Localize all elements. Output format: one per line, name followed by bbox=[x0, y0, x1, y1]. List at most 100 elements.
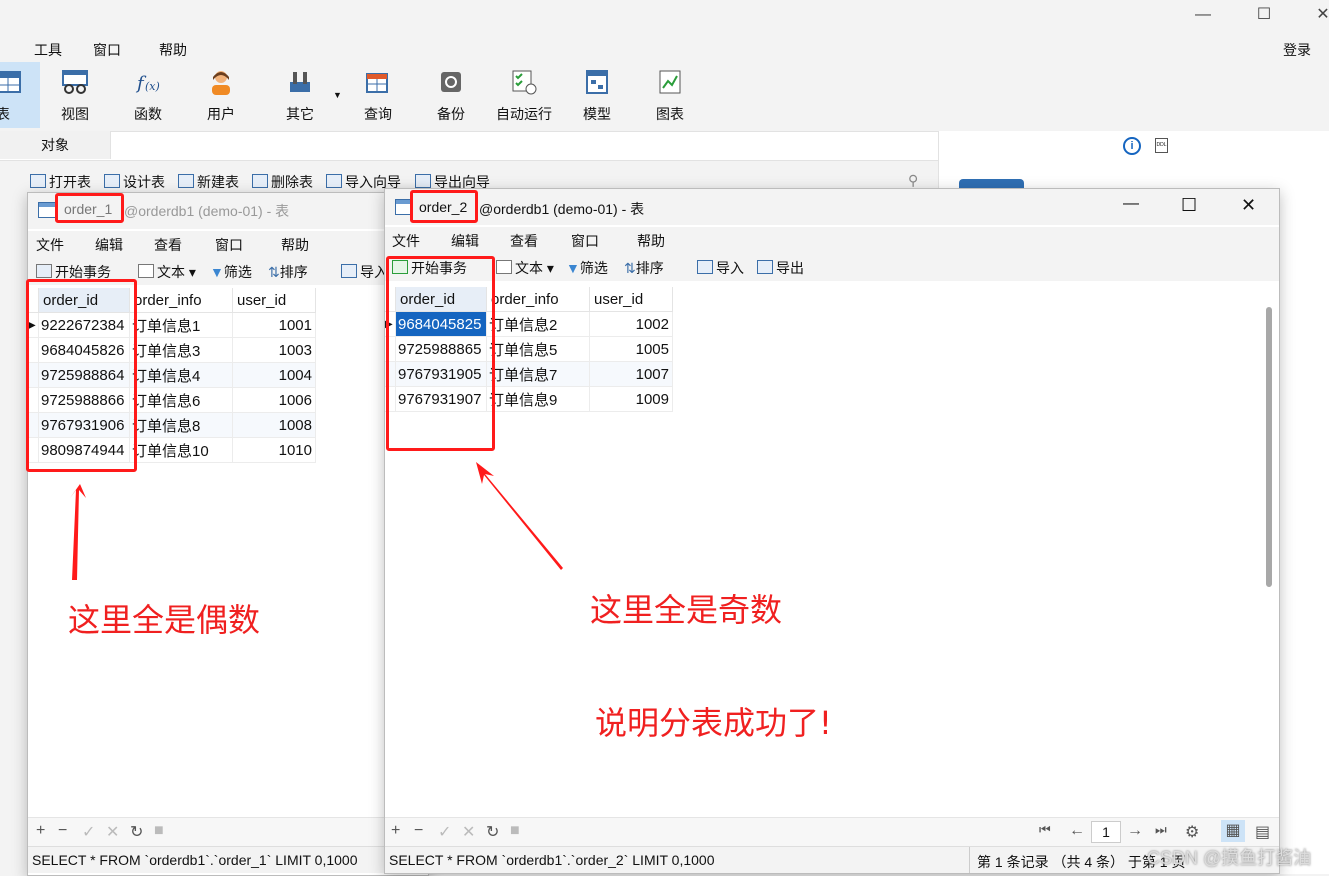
vertical-scrollbar[interactable] bbox=[1266, 307, 1272, 587]
toolbar-label: 用户 bbox=[207, 106, 235, 122]
export-icon bbox=[415, 174, 431, 188]
menu-window[interactable]: 窗口 bbox=[571, 231, 599, 251]
discard-icon[interactable]: ✕ bbox=[106, 822, 119, 842]
column-header-order-info[interactable]: order_info bbox=[129, 288, 233, 313]
grid-view-icon[interactable]: ▦ bbox=[1221, 820, 1245, 842]
filter-button[interactable]: ▼筛选 bbox=[566, 258, 608, 278]
cell-order-info[interactable]: 订单信息6 bbox=[129, 387, 233, 413]
cell-order-info[interactable]: 订单信息8 bbox=[129, 412, 233, 438]
cell-order-info[interactable]: 订单信息1 bbox=[129, 312, 233, 338]
tools-icon bbox=[290, 72, 310, 92]
menu-window[interactable]: 窗口 bbox=[215, 235, 243, 255]
delete-record-icon[interactable]: − bbox=[414, 822, 423, 840]
new-table-button[interactable]: 新建表 bbox=[178, 172, 239, 192]
open-table-button[interactable]: 打开表 bbox=[30, 172, 91, 192]
cell-user-id[interactable]: 1005 bbox=[589, 336, 673, 362]
toolbar-model-button[interactable]: 模型 bbox=[565, 62, 629, 128]
highlight-box-order-1-title bbox=[55, 193, 124, 223]
cell-order-info[interactable]: 订单信息10 bbox=[129, 437, 233, 463]
delete-table-button[interactable]: 删除表 bbox=[252, 172, 313, 192]
cell-order-info[interactable]: 订单信息2 bbox=[486, 311, 590, 337]
column-header-user-id[interactable]: user_id bbox=[589, 287, 673, 312]
menu-edit[interactable]: 编辑 bbox=[95, 235, 123, 255]
menu-edit[interactable]: 编辑 bbox=[451, 231, 479, 251]
text-button[interactable]: 文本 ▾ bbox=[138, 262, 196, 282]
button-label: 导出 bbox=[776, 260, 804, 276]
stop-icon[interactable]: ■ bbox=[154, 822, 164, 840]
import-button[interactable]: 导入 bbox=[341, 262, 388, 282]
toolbar-label: 函数 bbox=[134, 106, 162, 122]
close-icon[interactable]: ✕ bbox=[1241, 195, 1256, 216]
toolbar-user-button[interactable]: 用户 bbox=[189, 62, 253, 128]
menu-view[interactable]: 查看 bbox=[510, 231, 538, 251]
cell-order-info[interactable]: 订单信息9 bbox=[486, 386, 590, 412]
stop-icon[interactable]: ■ bbox=[510, 822, 520, 840]
toolbar-view-button[interactable]: 视图 bbox=[43, 62, 107, 128]
toolbar-table-button[interactable]: 表 bbox=[0, 62, 40, 128]
menu-tools[interactable]: 工具 bbox=[34, 40, 62, 60]
toolbar-backup-button[interactable]: 备份 bbox=[419, 62, 483, 128]
cell-user-id[interactable]: 1007 bbox=[589, 361, 673, 387]
refresh-icon[interactable]: ↻ bbox=[486, 822, 499, 842]
discard-icon[interactable]: ✕ bbox=[462, 822, 475, 842]
add-record-icon[interactable]: + bbox=[391, 822, 400, 840]
cell-user-id[interactable]: 1008 bbox=[232, 412, 316, 438]
delete-record-icon[interactable]: − bbox=[58, 822, 67, 840]
menu-view[interactable]: 查看 bbox=[154, 235, 182, 255]
column-header-order-info[interactable]: order_info bbox=[486, 287, 590, 312]
filter-button[interactable]: ▼筛选 bbox=[210, 262, 252, 282]
apply-icon[interactable]: ✓ bbox=[82, 822, 95, 842]
add-record-icon[interactable]: + bbox=[36, 822, 45, 840]
form-view-icon[interactable]: ▤ bbox=[1255, 822, 1270, 842]
toolbar-other-button[interactable]: 其它 bbox=[268, 62, 332, 128]
cell-order-info[interactable]: 订单信息4 bbox=[129, 362, 233, 388]
menu-help[interactable]: 帮助 bbox=[281, 235, 309, 255]
chevron-down-icon[interactable]: ▼ bbox=[333, 90, 342, 100]
minimize-icon[interactable]: — bbox=[1123, 195, 1139, 213]
page-number-input[interactable]: 1 bbox=[1091, 821, 1121, 843]
column-header-user-id[interactable]: user_id bbox=[232, 288, 316, 313]
apply-icon[interactable]: ✓ bbox=[438, 822, 451, 842]
next-page-icon[interactable]: → bbox=[1127, 822, 1143, 840]
toolbar-query-button[interactable]: 查询 bbox=[346, 62, 410, 128]
cell-user-id[interactable]: 1003 bbox=[232, 337, 316, 363]
cell-user-id[interactable]: 1006 bbox=[232, 387, 316, 413]
maximize-icon[interactable]: ☐ bbox=[1249, 4, 1279, 26]
tab-objects[interactable]: 对象 bbox=[0, 131, 111, 159]
settings-icon[interactable]: ⚙ bbox=[1185, 822, 1199, 842]
menu-help[interactable]: 帮助 bbox=[637, 231, 665, 251]
ddl-icon[interactable]: DDL bbox=[1155, 138, 1168, 153]
search-icon[interactable]: ⚲ bbox=[908, 172, 918, 189]
menu-help[interactable]: 帮助 bbox=[159, 40, 187, 60]
login-link[interactable]: 登录 bbox=[1283, 40, 1311, 60]
toolbar-automation-button[interactable]: 自动运行 bbox=[492, 62, 556, 128]
last-page-icon[interactable]: ⏭ bbox=[1155, 822, 1167, 838]
toolbar-function-button[interactable]: f (x) 函数 bbox=[116, 62, 180, 128]
import-button[interactable]: 导入 bbox=[697, 258, 744, 278]
prev-page-icon[interactable]: ← bbox=[1069, 822, 1085, 840]
cell-order-info[interactable]: 订单信息3 bbox=[129, 337, 233, 363]
first-page-icon[interactable]: ⏮ bbox=[1039, 822, 1051, 838]
menu-file[interactable]: 文件 bbox=[36, 235, 64, 255]
chart-icon bbox=[659, 70, 681, 94]
info-icon[interactable]: i bbox=[1123, 137, 1141, 155]
sort-button[interactable]: ⇅排序 bbox=[624, 258, 664, 278]
cell-user-id[interactable]: 1009 bbox=[589, 386, 673, 412]
toolbar-chart-button[interactable]: 图表 bbox=[638, 62, 702, 128]
cell-order-info[interactable]: 订单信息5 bbox=[486, 336, 590, 362]
export-button[interactable]: 导出 bbox=[757, 258, 804, 278]
minimize-icon[interactable]: — bbox=[1188, 4, 1218, 26]
menu-window[interactable]: 窗口 bbox=[93, 40, 121, 60]
maximize-icon[interactable]: ☐ bbox=[1181, 195, 1197, 216]
cell-user-id[interactable]: 1010 bbox=[232, 437, 316, 463]
text-button[interactable]: 文本 ▾ bbox=[496, 258, 554, 278]
cell-order-info[interactable]: 订单信息7 bbox=[486, 361, 590, 387]
cell-user-id[interactable]: 1001 bbox=[232, 312, 316, 338]
refresh-icon[interactable]: ↻ bbox=[130, 822, 143, 842]
sort-button[interactable]: ⇅排序 bbox=[268, 262, 308, 282]
menu-file[interactable]: 文件 bbox=[392, 231, 420, 251]
close-icon[interactable]: ✕ bbox=[1308, 4, 1329, 26]
cell-user-id[interactable]: 1004 bbox=[232, 362, 316, 388]
cell-user-id[interactable]: 1002 bbox=[589, 311, 673, 337]
design-table-button[interactable]: 设计表 bbox=[104, 172, 165, 192]
